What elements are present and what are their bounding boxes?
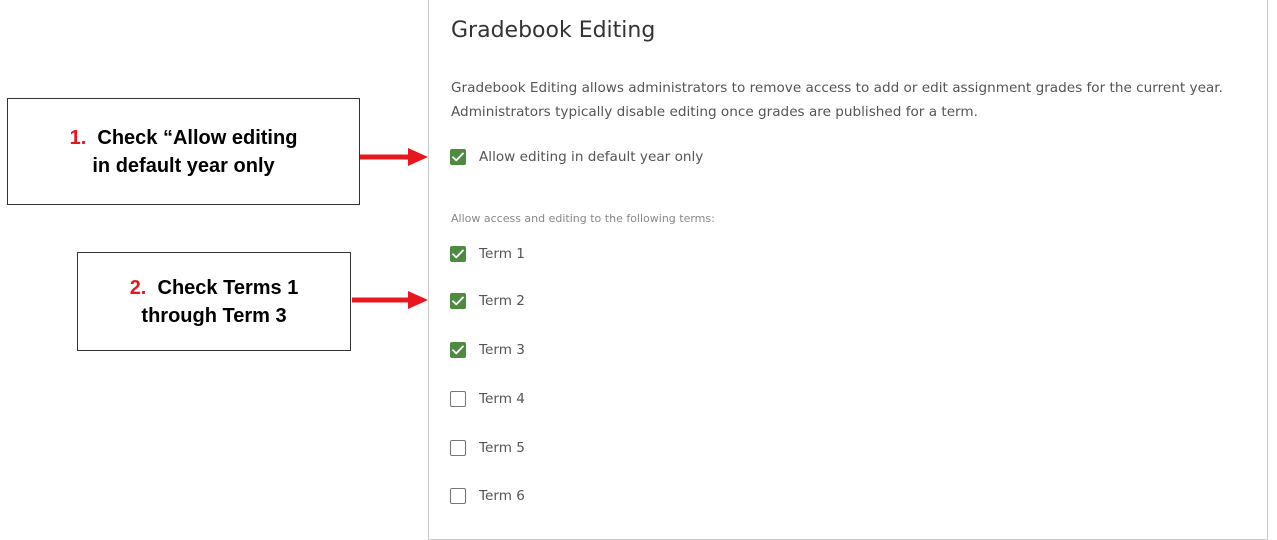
callout-step-1-text-2: in default year only [92,154,275,177]
callout-step-2: 2. Check Terms 1 through Term 3 [77,252,351,351]
checkbox-unchecked-icon [450,391,466,407]
checkbox-unchecked-icon [450,440,466,456]
term-6-checkbox[interactable]: Term 6 [450,486,525,506]
checkbox-checked-icon [450,293,466,309]
checkbox-checked-icon [450,342,466,358]
term-5-label: Term 5 [479,440,525,456]
term-2-checkbox[interactable]: Term 2 [450,291,525,311]
callout-step-2-number: 2. [129,276,147,299]
arrow-right-icon [352,291,428,309]
allow-default-year-label: Allow editing in default year only [479,149,704,165]
callout-step-2-line-1: 2. Check Terms 1 [130,274,299,302]
allow-default-year-checkbox[interactable]: Allow editing in default year only [450,147,703,167]
callout-step-1-line-1: 1. Check “Allow editing [70,124,298,152]
callout-step-1: 1. Check “Allow editing in default year … [7,98,360,205]
checkbox-unchecked-icon [450,488,466,504]
term-6-label: Term 6 [479,488,525,504]
term-4-checkbox[interactable]: Term 4 [450,389,525,409]
panel-title: Gradebook Editing [451,18,656,43]
checkbox-checked-icon [450,246,466,262]
callout-step-1-number: 1. [69,126,87,149]
callout-step-2-text-2: through Term 3 [141,304,287,327]
arrow-right-icon [360,148,428,166]
callout-step-1-text-1: Check “Allow editing [97,126,298,149]
callout-step-2-text-1: Check Terms 1 [157,276,299,299]
term-5-checkbox[interactable]: Term 5 [450,438,525,458]
term-4-label: Term 4 [479,391,525,407]
term-2-label: Term 2 [479,293,525,309]
term-1-label: Term 1 [479,246,525,262]
terms-section-label: Allow access and editing to the followin… [451,212,715,225]
gradebook-editing-panel: Gradebook Editing Gradebook Editing allo… [428,0,1268,540]
term-3-label: Term 3 [479,342,525,358]
checkbox-checked-icon [450,149,466,165]
term-3-checkbox[interactable]: Term 3 [450,340,525,360]
term-1-checkbox[interactable]: Term 1 [450,244,525,264]
panel-description: Gradebook Editing allows administrators … [451,80,1223,120]
